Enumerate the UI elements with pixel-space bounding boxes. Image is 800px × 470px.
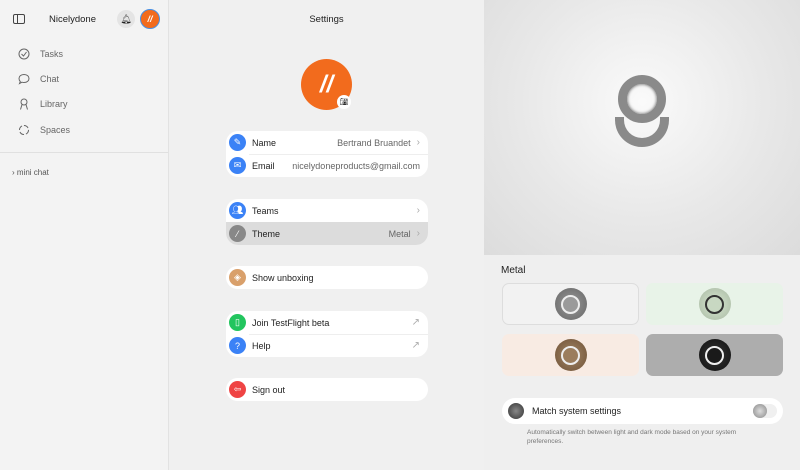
metal-logo-icon <box>615 75 669 150</box>
box-icon: ◈ <box>229 269 246 286</box>
match-system-description: Automatically switch between light and d… <box>527 429 737 445</box>
sidebar-item-label: Library <box>40 99 68 109</box>
brush-icon: ⁄ <box>229 225 246 242</box>
match-system-label: Match system settings <box>532 406 622 416</box>
envelope-icon: ✉ <box>229 157 246 174</box>
theme-label: Theme <box>252 228 281 239</box>
match-system-toggle[interactable] <box>753 404 777 418</box>
sidebar-item-library[interactable]: Library <box>18 98 68 110</box>
theme-title: Metal <box>501 265 526 276</box>
contrast-icon <box>508 403 524 419</box>
show-unboxing-row[interactable]: ◈ Show unboxing <box>226 266 428 289</box>
name-row[interactable]: ✎ Name Bertrand Bruandet › <box>226 131 428 154</box>
help-label: Help <box>252 340 271 351</box>
external-link-icon: ↗ <box>411 340 420 351</box>
help-row[interactable]: ? Help ↗ <box>226 334 428 357</box>
pencil-icon: ✎ <box>229 134 246 151</box>
name-label: Name <box>252 137 277 148</box>
signout-group: ⇦ Sign out <box>226 378 428 401</box>
person-icon <box>20 98 28 110</box>
sign-out-button[interactable]: ⇦ Sign out <box>226 378 428 401</box>
divider <box>0 152 168 153</box>
unboxing-label: Show unboxing <box>252 272 314 283</box>
account-group: ✎ Name Bertrand Bruandet › ✉ Email nicelydone… <box>226 131 428 177</box>
testflight-label: Join TestFlight beta <box>252 317 330 328</box>
chat-bubble-icon <box>18 73 30 85</box>
sidebar-item-label: Spaces <box>40 125 71 135</box>
email-label: Email <box>252 160 275 171</box>
chevron-right-icon: › <box>416 205 420 216</box>
unboxing-group: ◈ Show unboxing <box>226 266 428 289</box>
teams-label: Teams <box>252 205 279 216</box>
camera-icon[interactable]: 📷︎ <box>337 95 351 109</box>
app-name: Nicelydone <box>49 14 96 25</box>
theme-option-bronze[interactable] <box>502 334 639 376</box>
theme-option-silver[interactable] <box>502 283 639 325</box>
sidebar-item-spaces[interactable]: Spaces <box>18 124 70 136</box>
sidebar: Nicelydone 🔔︎ // Tasks Chat Library Spac… <box>0 0 169 470</box>
check-circle-icon <box>18 48 30 60</box>
spaces-icon <box>19 125 29 135</box>
sidebar-item-label: Tasks <box>40 49 64 59</box>
sidebar-toggle-icon[interactable] <box>13 14 25 24</box>
workspace-group: 👥︎ Teams › ⁄ Theme Metal › <box>226 199 428 245</box>
name-value: Bertrand Bruandet <box>337 137 411 148</box>
sign-out-icon: ⇦ <box>229 381 246 398</box>
notifications-button[interactable]: 🔔︎ <box>117 10 135 28</box>
links-group: ▯ Join TestFlight beta ↗ ? Help ↗ <box>226 311 428 357</box>
theme-row[interactable]: ⁄ Theme Metal › <box>226 222 428 245</box>
chevron-right-icon: › <box>416 228 420 239</box>
teams-row[interactable]: 👥︎ Teams › <box>226 199 428 222</box>
theme-preview <box>484 0 800 255</box>
theme-option-green[interactable] <box>646 283 783 325</box>
sidebar-item-label: Chat <box>40 74 60 84</box>
chevron-right-icon: › <box>416 137 420 148</box>
avatar[interactable]: // <box>140 9 160 29</box>
mini-chat-label: mini chat <box>16 168 49 177</box>
sign-out-label: Sign out <box>252 384 286 395</box>
settings-panel: Settings // 📷︎ ✎ Name Bertrand Bruandet › ✉… <box>169 0 484 470</box>
theme-option-black[interactable] <box>646 334 783 376</box>
phone-icon: ▯ <box>229 314 246 331</box>
email-row[interactable]: ✉ Email nicelydoneproducts@gmail.com <box>226 154 428 177</box>
theme-value: Metal <box>388 228 411 239</box>
mini-chat-toggle[interactable]: › mini chat <box>12 168 49 177</box>
theme-panel: Metal Match system settings Automaticall… <box>484 0 800 470</box>
external-link-icon: ↗ <box>411 317 420 328</box>
match-system-row: Match system settings <box>502 398 783 424</box>
testflight-row[interactable]: ▯ Join TestFlight beta ↗ <box>226 311 428 334</box>
page-title: Settings <box>309 14 344 25</box>
people-icon: 👥︎ <box>229 202 246 219</box>
email-value: nicelydoneproducts@gmail.com <box>292 160 420 171</box>
question-icon: ? <box>229 337 246 354</box>
sidebar-item-tasks[interactable]: Tasks <box>18 48 63 60</box>
sidebar-item-chat[interactable]: Chat <box>18 73 59 85</box>
